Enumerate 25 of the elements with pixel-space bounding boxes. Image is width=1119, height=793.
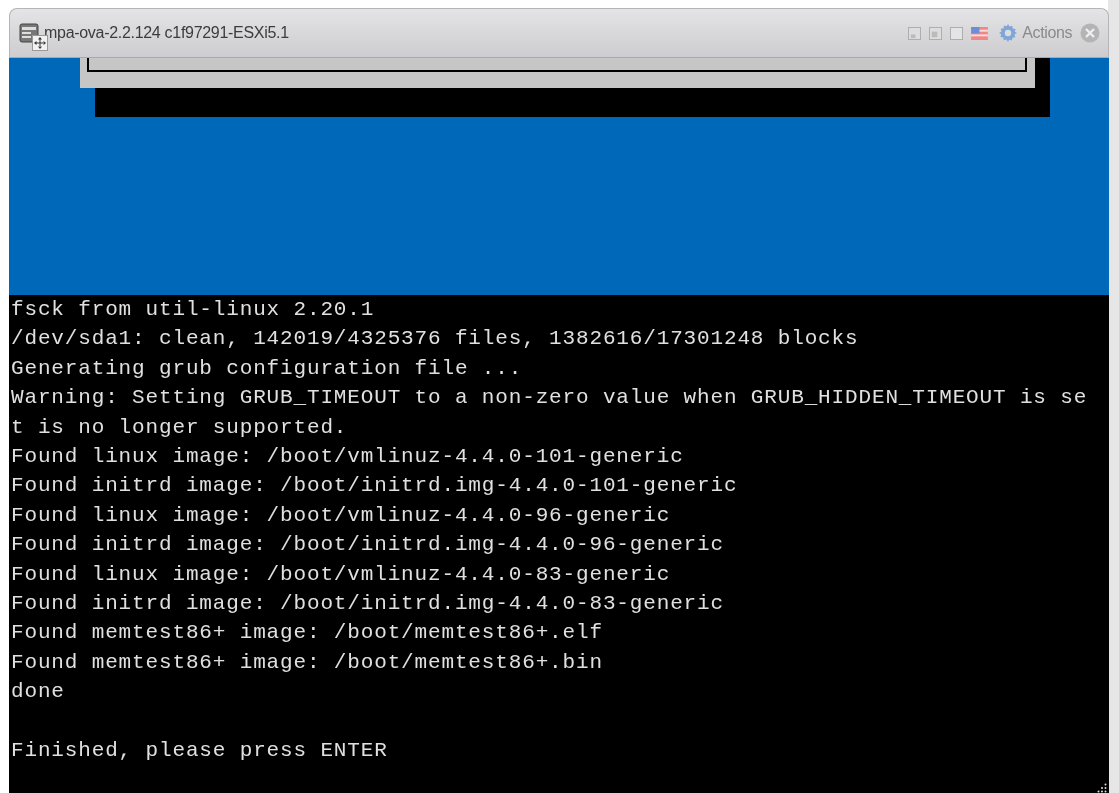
console-line: Generating grub configuration file ... xyxy=(11,355,524,382)
console-line: Warning: Setting GRUB_TIMEOUT to a non-zero value when GRUB_HIDDEN_TIMEOUT is se xyxy=(11,385,1089,412)
console-line: Found memtest86+ image: /boot/memtest86+.elf xyxy=(11,620,604,647)
console-line: fsck from util-linux 2.20.1 xyxy=(11,297,376,323)
console-line: Found initrd image: /boot/initrd.img-4.4.0-96-generic xyxy=(11,532,725,559)
maximize-icon[interactable] xyxy=(950,26,964,40)
console-line: Found memtest86+ image: /boot/memtest86+.bin xyxy=(11,649,604,676)
actions-button[interactable]: Actions xyxy=(998,23,1072,43)
flag-icon[interactable] xyxy=(971,26,989,40)
gear-icon xyxy=(998,23,1019,43)
resize-grip-icon[interactable] xyxy=(1097,783,1107,793)
restore-icon[interactable] xyxy=(929,26,943,40)
console-line: Found linux image: /boot/vmlinuz-4.4.0-101-generic xyxy=(11,444,685,471)
console-line: Found initrd image: /boot/initrd.img-4.4.0-83-generic xyxy=(11,591,725,618)
console-line: done xyxy=(11,679,66,706)
console-line: Found linux image: /boot/vmlinuz-4.4.0-83-generic xyxy=(11,561,672,588)
console-prompt: Finished, please press ENTER xyxy=(11,738,389,765)
console-line: /dev/sda1: clean, 142019/4325376 files, 1382616/17301248 blocks xyxy=(11,326,860,353)
console-line: Found linux image: /boot/vmlinuz-4.4.0-96-generic xyxy=(11,502,672,529)
window-title: mpa-ova-2.2.124 c1f97291-ESXi5.1 xyxy=(44,24,289,42)
minimize-icon[interactable] xyxy=(908,26,922,40)
console-line: Found initrd image: /boot/initrd.img-4.4.0-101-generic xyxy=(11,473,739,500)
close-icon[interactable] xyxy=(1080,23,1100,43)
console-line: t is no longer supported. xyxy=(11,414,349,441)
console-icon xyxy=(19,23,39,43)
